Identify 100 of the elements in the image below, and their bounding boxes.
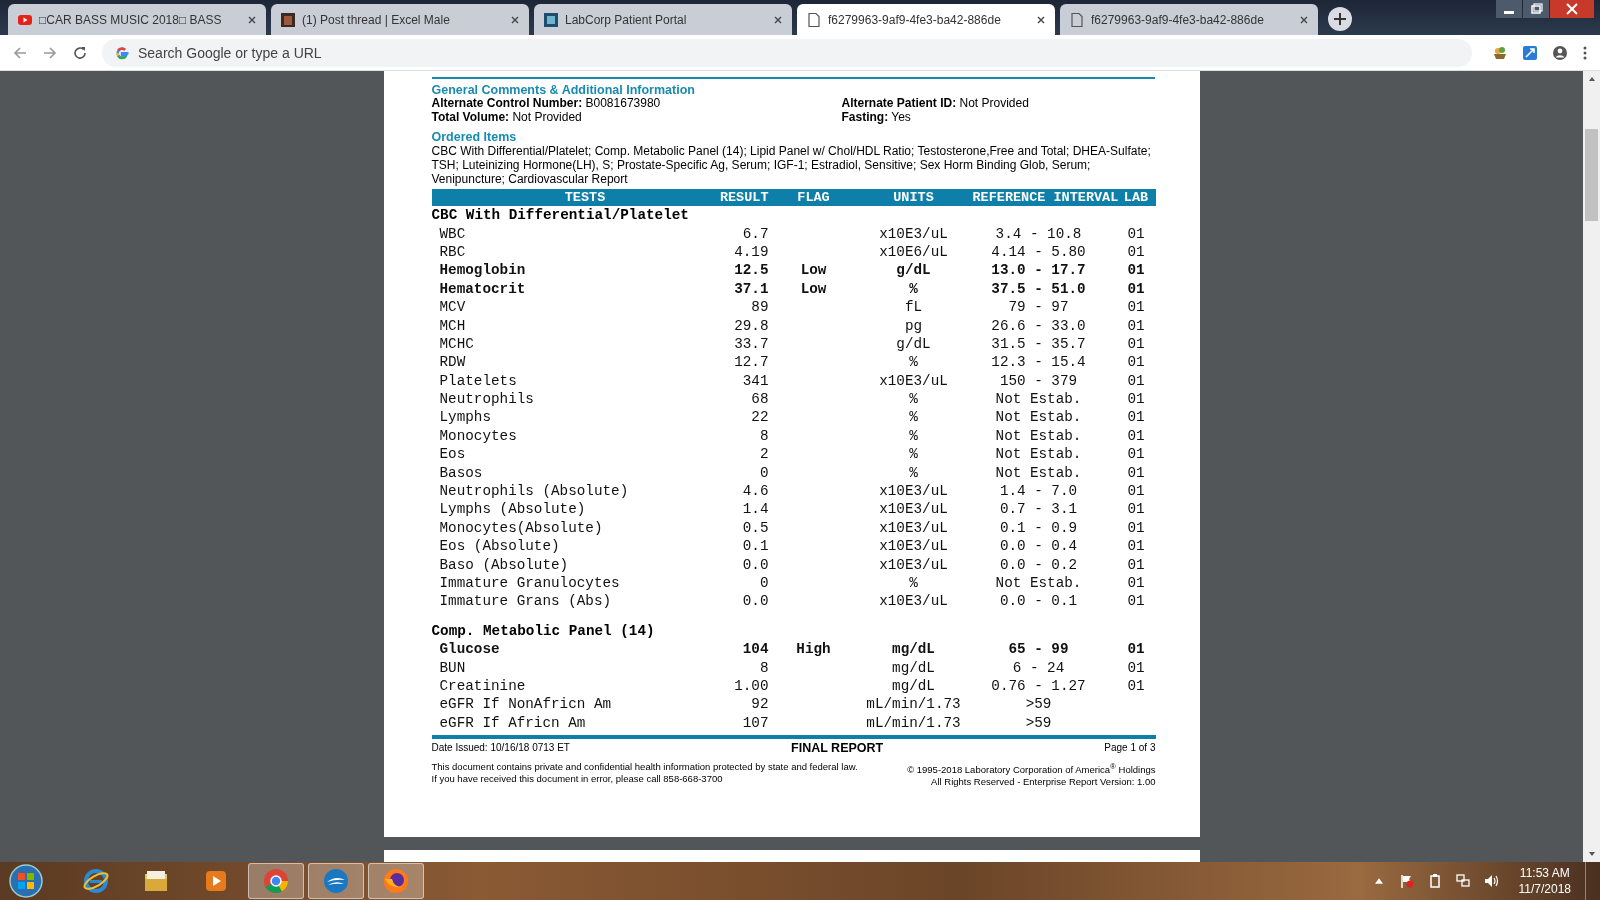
table-cell-text: 0.1 - 0.9 — [998, 519, 1079, 536]
table-cell-text: mg/dL — [891, 677, 936, 694]
new-tab-icon[interactable] — [1327, 6, 1353, 32]
table-cell-text: 0.7 - 3.1 — [998, 501, 1079, 518]
taskbar-button[interactable] — [368, 863, 424, 899]
table-cell-text: 6 - 24 — [1011, 659, 1066, 676]
section-heading: General Comments & Additional Information — [431, 83, 696, 97]
browser-tab[interactable]: □CAR BASS MUSIC 2018□ BASS — [8, 4, 266, 35]
scrollbar[interactable] — [1583, 71, 1600, 862]
document-icon — [806, 11, 822, 28]
table-cell: 01 — [1127, 575, 1145, 591]
table-cell-text: 26.6 - 33.0 — [990, 317, 1087, 334]
table-cell-text: Hematocrit — [438, 280, 527, 297]
table-cell-text: RBC — [438, 243, 467, 260]
table-cell-text: Not Estab. — [994, 409, 1083, 426]
browser-tab[interactable]: f6279963-9af9-4fe3-ba42-886de — [797, 4, 1055, 35]
table-cell-text: 2 — [758, 446, 769, 463]
table-cell: 01 — [1127, 556, 1145, 573]
speaker-icon[interactable] — [1482, 873, 1499, 889]
table-cell-text: 8 — [758, 659, 769, 676]
network-icon[interactable] — [1454, 873, 1471, 889]
table-cell: Low — [800, 262, 827, 279]
panel-title: Comp. Metabolic Panel (14) — [431, 621, 656, 640]
bird-icon — [322, 867, 350, 895]
forward-icon[interactable] — [42, 44, 58, 61]
table-cell-text: x10E3/uL — [878, 372, 949, 389]
copyright-text: © 1995-2018 Laboratory Corporation of America$^{®}$ Holdings — [907, 760, 1156, 777]
clock-time: 11:53 AM — [1519, 865, 1570, 881]
table-cell-text: 0.0 - 0.1 — [998, 593, 1079, 610]
menu-icon[interactable] — [1582, 44, 1588, 61]
ordered-items-text: CBC With Differential/Platelet; Comp. Metabolic Panel (14); Lipid Panel w/ Chol/HDL Ratio; Testosterone,Free and Total; DHEA-Sulfate; TSH; Luteinizing Hormone(LH), S; Prostate-Specific Ag, Serum; IGF-1; Estradiol, Sensitive; Sex Horm Binding Glob, Serum; Venipuncture; Cardiovascular Report — [431, 144, 1152, 186]
table-cell-text: 0.5 — [741, 519, 769, 536]
table-cell-text: Hemoglobin — [438, 262, 527, 279]
extension-icon[interactable] — [1492, 44, 1508, 61]
copyright-text: All Rights Reserved - Enterprise Report Version: 1.00 — [930, 776, 1156, 789]
table-header: TESTS RESULT FLAG UNITS REFERENCE INTERVAL LAB — [431, 189, 1156, 206]
table-cell-text: 0.0 - 0.2 — [998, 556, 1079, 573]
address-bar[interactable]: Search Google or type a URL — [102, 38, 1472, 67]
table-cell-text: 33.7 — [733, 335, 769, 352]
table-cell-text: % — [908, 391, 919, 408]
table-cell-text: 68 — [750, 391, 769, 408]
section-heading: Ordered Items — [431, 130, 518, 144]
clock[interactable]: 11:53 AM 11/7/2018 — [1518, 865, 1571, 897]
reload-icon[interactable] — [72, 44, 88, 61]
table-cell-text: MCV — [438, 299, 467, 316]
close-icon[interactable] — [510, 14, 520, 25]
table-cell-text: Basos — [438, 464, 484, 481]
close-icon[interactable] — [773, 14, 783, 25]
table-cell-text: 4.19 — [733, 243, 769, 260]
browser-tab[interactable]: f6279963-9af9-4fe3-ba42-886de — [1060, 4, 1318, 35]
table-cell: 01 — [1127, 299, 1145, 316]
scroll-thumb[interactable] — [1585, 129, 1598, 221]
table-cell-text: Creatinine — [438, 677, 527, 694]
table-cell-text: x10E3/uL — [878, 501, 949, 518]
table-cell-text: 4.14 - 5.80 — [990, 243, 1087, 260]
info-field: Alternate Patient ID: Not Provided — [841, 97, 1155, 111]
table-cell-text: Baso (Absolute) — [438, 556, 570, 573]
table-cell-text: eGFR If NonAfricn Am — [438, 696, 613, 713]
table-cell-text: Eos — [438, 446, 467, 463]
table-cell: 01 — [1127, 391, 1145, 408]
table-cell-text: 6.7 — [741, 225, 769, 242]
close-icon[interactable] — [1550, 0, 1594, 18]
close-icon[interactable] — [247, 14, 257, 25]
table-cell-text: Neutrophils (Absolute) — [438, 483, 630, 500]
report-status: FINAL REPORT — [791, 740, 884, 755]
table-cell-text: mg/dL — [891, 641, 936, 658]
table-cell-text: 0.0 — [741, 556, 769, 573]
table-cell-text: 0.0 — [741, 593, 769, 610]
restore-icon[interactable] — [1523, 0, 1549, 18]
table-cell: 01 — [1127, 427, 1145, 444]
document-icon — [1069, 11, 1085, 28]
table-cell-text: Monocytes(Absolute) — [438, 519, 604, 536]
table-cell-text: Neutrophils — [438, 391, 535, 408]
table-cell-text: RDW — [438, 354, 467, 371]
table-cell: 01 — [1127, 262, 1145, 279]
profile-icon[interactable] — [1552, 44, 1568, 61]
table-cell: 01 — [1127, 538, 1145, 555]
browser-tab[interactable]: LabCorp Patient Portal — [534, 4, 792, 35]
table-cell-text: MCH — [438, 317, 467, 334]
close-icon[interactable] — [1036, 14, 1046, 25]
close-icon[interactable] — [1299, 14, 1309, 25]
table-cell-text: WBC — [438, 225, 467, 242]
table-cell-text: 37.5 - 51.0 — [990, 280, 1087, 297]
extension-icon[interactable] — [1522, 44, 1538, 61]
table-cell-text: 0 — [758, 464, 769, 481]
table-cell-text: x10E3/uL — [878, 483, 949, 500]
table-cell-text: 13.0 - 17.7 — [990, 262, 1087, 279]
table-cell: 01 — [1127, 483, 1145, 500]
flag-icon[interactable] — [1398, 873, 1415, 889]
table-cell: 01 — [1127, 519, 1145, 536]
start-icon[interactable] — [6, 863, 46, 899]
table-cell-text: 0.1 — [741, 538, 769, 555]
table-cell-text: Glucose — [438, 641, 501, 658]
table-cell-text: fL — [903, 299, 924, 316]
back-icon[interactable] — [12, 44, 28, 61]
table-cell-text: 12.3 - 15.4 — [990, 354, 1087, 371]
minimize-icon[interactable] — [1496, 0, 1522, 18]
browser-tab[interactable]: (1) Post thread | Excel Male — [271, 4, 529, 35]
table-cell-text: BUN — [438, 659, 467, 676]
table-cell-text: 37.1 — [733, 280, 769, 297]
